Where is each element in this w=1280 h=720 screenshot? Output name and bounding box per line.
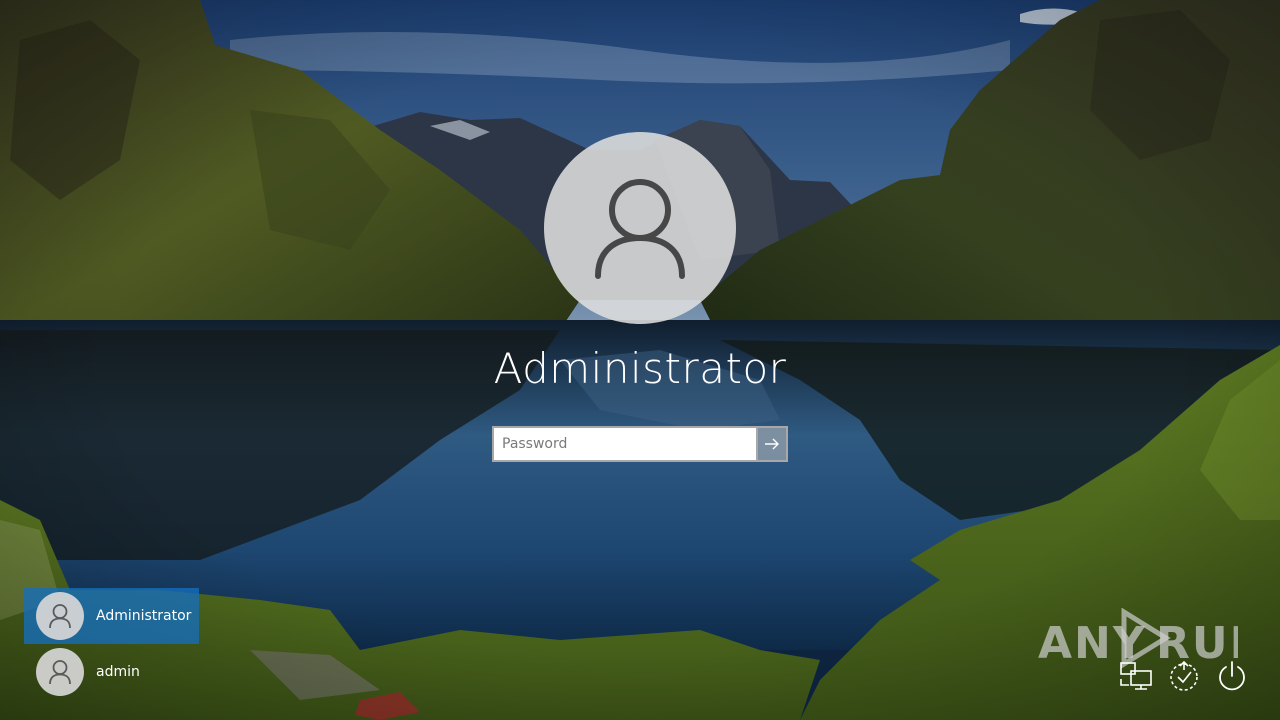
user-avatar-large: [544, 132, 736, 324]
lock-screen: Administrator Administrator admin ANY RU: [0, 0, 1280, 720]
power-icon: [1219, 661, 1245, 691]
user-avatar-small: [36, 592, 84, 640]
ease-of-access-button[interactable]: [1164, 656, 1204, 696]
network-button[interactable]: [1116, 656, 1156, 696]
system-tray: [1116, 656, 1252, 696]
user-list-item-label: Administrator: [96, 608, 192, 624]
person-icon: [595, 179, 685, 279]
person-icon: [49, 660, 71, 685]
user-avatar-small: [36, 648, 84, 696]
submit-button[interactable]: [756, 426, 788, 462]
person-icon: [49, 604, 71, 629]
password-box: [492, 426, 788, 462]
arrow-right-icon: [765, 438, 779, 450]
user-list-item-admin[interactable]: admin: [24, 644, 199, 700]
password-input[interactable]: [492, 426, 756, 462]
user-list-item-label: admin: [96, 664, 140, 680]
login-user-name: Administrator: [493, 344, 787, 393]
user-list-item-administrator[interactable]: Administrator: [24, 588, 199, 644]
network-icon: [1120, 662, 1152, 690]
user-switcher-list: Administrator admin: [24, 588, 199, 700]
power-button[interactable]: [1212, 656, 1252, 696]
ease-of-access-icon: [1170, 660, 1198, 691]
